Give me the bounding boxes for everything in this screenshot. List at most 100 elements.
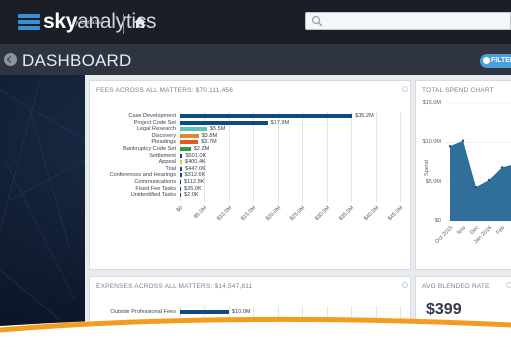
fees-bar-value-label: $5.5M bbox=[209, 126, 226, 133]
rate-card-settings-icon[interactable] bbox=[506, 282, 511, 288]
search-input[interactable] bbox=[305, 12, 511, 30]
page-title: DASHBOARD bbox=[22, 51, 132, 70]
fees-category-label: Bankruptcy Code Set bbox=[123, 146, 176, 152]
fees-category-label: Fixed Fee Tasks bbox=[135, 185, 176, 192]
fees-category-label: Case Development bbox=[128, 113, 176, 119]
fees-category-label: Trial bbox=[165, 165, 176, 172]
spend-data-point[interactable] bbox=[474, 185, 478, 189]
spend-area-series bbox=[450, 140, 511, 221]
rate-card-title: AVG BLENDED RATE bbox=[422, 283, 490, 290]
expenses-gridline bbox=[228, 306, 230, 346]
expenses-gridline bbox=[326, 306, 328, 346]
fees-x-tick-label: $15.0M bbox=[240, 204, 258, 223]
spend-data-point[interactable] bbox=[461, 139, 465, 142]
fees-x-tick-label: $0 bbox=[175, 204, 185, 214]
fees-bar bbox=[180, 173, 182, 178]
rate-change-period: in last 12 months bbox=[442, 336, 480, 342]
fees-x-tick-label: $45.0M bbox=[387, 204, 405, 223]
header-divider bbox=[123, 14, 124, 34]
fees-gridline bbox=[302, 112, 304, 202]
fees-category-label: Settlement bbox=[149, 152, 176, 159]
expenses-gridline bbox=[277, 306, 279, 346]
fees-bar bbox=[180, 147, 191, 151]
fees-bar bbox=[180, 114, 353, 118]
fees-category-label: Conferences and Hearings bbox=[109, 172, 176, 179]
fees-bar bbox=[180, 140, 199, 145]
expenses-card-title: EXPENSES ACROSS ALL MATTERS: $14,547,811 bbox=[96, 283, 253, 290]
search-icon bbox=[311, 15, 323, 27]
fees-gridline bbox=[228, 112, 230, 202]
fees-x-tick-label: $30.0M bbox=[313, 204, 331, 223]
fees-x-tick-label: $40.0M bbox=[362, 204, 380, 223]
fees-bar-value-label: $501.0K bbox=[185, 152, 207, 159]
expenses-bar bbox=[180, 322, 187, 326]
fees-x-tick-label: $20.0M bbox=[264, 204, 283, 223]
fees-category-label: Discovery bbox=[151, 132, 176, 139]
expenses-bar-value-label: $10.0M bbox=[231, 309, 251, 315]
fees-bar-value-label: $3.8M bbox=[201, 132, 218, 139]
fees-bar-value-label: $3.7M bbox=[201, 139, 217, 146]
fees-bar bbox=[180, 186, 181, 191]
expenses-bar bbox=[180, 310, 229, 314]
fees-card-title: FEES ACROSS ALL MATTERS: $70,111,456 bbox=[96, 87, 234, 94]
fees-bar-value-label: $447.0K bbox=[185, 165, 207, 172]
fees-card-settings-icon[interactable] bbox=[402, 86, 408, 92]
fees-bar-value-label: $2.2M bbox=[193, 146, 210, 152]
total-spend-card: TOTAL SPEND CHART $15.0M $10.0M $5.0M $0 Spe… bbox=[415, 80, 511, 270]
fees-bar bbox=[180, 153, 183, 158]
expenses-card-settings-icon[interactable] bbox=[402, 282, 408, 288]
fees-bar-value-label: $35.2M bbox=[355, 113, 374, 119]
avg-blended-rate-card: AVG BLENDED RATE $399 25% in last 12 mon… bbox=[415, 276, 511, 347]
fees-category-label: Appeal bbox=[158, 159, 176, 166]
fees-gridline bbox=[375, 112, 377, 202]
expenses-category-label: Other bbox=[162, 321, 176, 327]
fees-bar-value-label: $35.0K bbox=[184, 185, 202, 192]
fees-category-label: Pleadings bbox=[151, 139, 176, 146]
rate-value: $399 bbox=[426, 301, 462, 318]
fees-bar-value-label: $2.0K bbox=[184, 192, 199, 199]
fees-card: FEES ACROSS ALL MATTERS: $70,111,456 $0 $… bbox=[89, 80, 411, 270]
fees-x-tick-label: $35.0M bbox=[338, 204, 356, 223]
fees-x-tick-label: $10.0M bbox=[215, 204, 234, 223]
fees-category-label: Legal Research bbox=[136, 126, 176, 133]
fees-gridline bbox=[351, 112, 353, 202]
brand-byline: by Conasso bbox=[72, 20, 104, 26]
fees-gridline bbox=[253, 112, 255, 202]
fees-bar-value-label: $312.6K bbox=[184, 172, 206, 179]
spend-data-point[interactable] bbox=[448, 145, 452, 148]
fees-x-tick-label: $25.0M bbox=[289, 204, 307, 223]
expenses-gridline bbox=[302, 306, 304, 346]
spend-data-point[interactable] bbox=[487, 178, 491, 182]
fees-category-label: Communications bbox=[134, 179, 176, 185]
app-window: skyanalytics by Conasso DASHBOARD FILTER… bbox=[0, 0, 511, 347]
fees-bar-value-label: $17.9M bbox=[270, 119, 290, 126]
expenses-gridline bbox=[375, 306, 377, 346]
expenses-category-label: Outside Professional Fees bbox=[110, 309, 176, 315]
fees-bar-value-label: $112.8K bbox=[184, 179, 205, 185]
expenses-gridline bbox=[351, 306, 353, 346]
fees-bar-value-label: $400.4K bbox=[184, 159, 206, 166]
spend-data-point[interactable] bbox=[500, 166, 504, 169]
fees-bar bbox=[180, 160, 182, 165]
logo-mark-icon bbox=[18, 14, 40, 30]
fees-bar bbox=[180, 180, 181, 184]
filter-button[interactable]: FILTER bbox=[480, 54, 511, 68]
dashboard-content: FEES ACROSS ALL MATTERS: $70,111,456 $0 $… bbox=[85, 75, 511, 347]
fees-bar bbox=[180, 120, 268, 125]
fees-category-label: Unidentified Tasks bbox=[130, 192, 176, 199]
fees-bar bbox=[180, 166, 183, 171]
top-navigation-bar: skyanalytics by Conasso bbox=[0, 0, 511, 45]
fees-gridline bbox=[326, 112, 328, 202]
back-icon[interactable] bbox=[4, 53, 17, 66]
fees-x-tick-label: $5.0M bbox=[193, 204, 209, 220]
expenses-gridline bbox=[400, 306, 401, 346]
expenses-bar-value-label: $1.4M bbox=[189, 321, 206, 327]
rate-change: 25% bbox=[426, 334, 443, 343]
expenses-gridline bbox=[253, 306, 255, 346]
fees-bar bbox=[180, 133, 199, 138]
home-icon[interactable] bbox=[133, 16, 147, 29]
fees-gridline bbox=[400, 112, 401, 202]
fees-category-label: Project Code Set bbox=[133, 119, 176, 126]
expenses-card: EXPENSES ACROSS ALL MATTERS: $14,547,811… bbox=[89, 276, 411, 347]
fees-bar bbox=[180, 127, 207, 132]
